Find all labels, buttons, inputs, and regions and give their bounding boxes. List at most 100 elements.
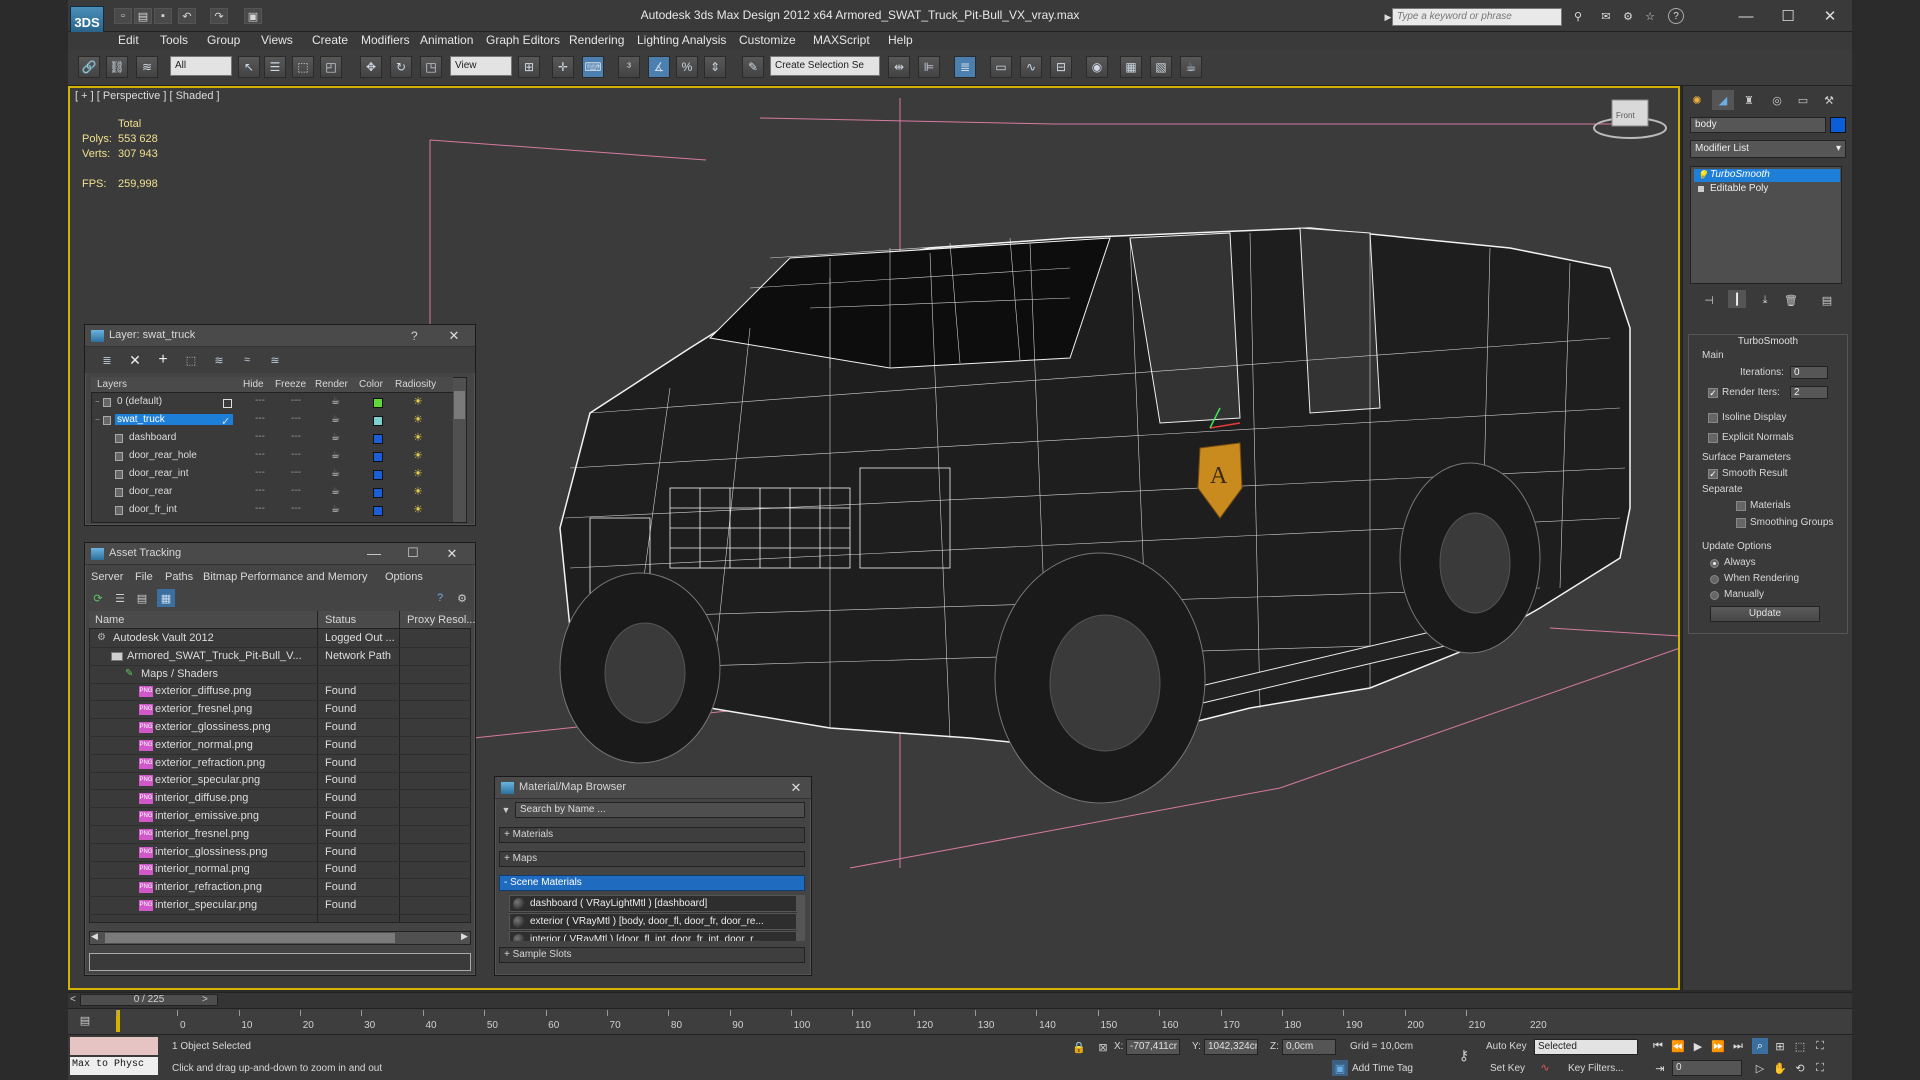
- layer-expand-icon[interactable]: −: [95, 415, 100, 424]
- absolute-mode-icon[interactable]: ⊠: [1096, 1040, 1110, 1054]
- menu-tools[interactable]: Tools: [160, 33, 188, 47]
- minimize-button[interactable]: —: [1726, 4, 1766, 28]
- hide-toggle[interactable]: ---: [255, 485, 265, 496]
- scroll-right-icon[interactable]: ▶: [461, 931, 468, 942]
- asset-row[interactable]: PNG exterior_normal.png Found: [89, 737, 471, 755]
- hide-toggle[interactable]: ---: [255, 395, 265, 406]
- iterations-spinner[interactable]: 0: [1790, 366, 1828, 379]
- mini-curve-editor-icon[interactable]: ▤: [76, 1012, 94, 1028]
- radiosity-icon[interactable]: ☀: [413, 467, 423, 480]
- material-browser-close-button[interactable]: ✕: [787, 779, 805, 797]
- add-time-tag-icon[interactable]: ▣: [1332, 1060, 1348, 1076]
- render-teapot-icon[interactable]: ☕: [331, 486, 340, 497]
- layer-color-swatch[interactable]: [373, 470, 383, 480]
- col-header-freeze[interactable]: Freeze: [275, 379, 306, 390]
- col-header-status[interactable]: Status: [325, 614, 356, 626]
- stack-item-turbosmooth[interactable]: 💡 TurboSmooth: [1694, 169, 1840, 182]
- layer-window-close-button[interactable]: ✕: [445, 327, 463, 345]
- render-teapot-icon[interactable]: ☕: [331, 396, 340, 407]
- key-icon[interactable]: ⚷: [1452, 1046, 1476, 1064]
- remove-modifier-icon[interactable]: 🗑: [1782, 292, 1800, 308]
- add-time-tag-button[interactable]: Add Time Tag: [1352, 1063, 1413, 1074]
- new-file-icon[interactable]: ▫: [114, 8, 132, 24]
- freeze-toggle[interactable]: ---: [291, 413, 301, 424]
- modifier-list-dropdown[interactable]: Modifier List ▾: [1690, 140, 1846, 158]
- align-icon[interactable]: ⊫: [918, 56, 940, 78]
- key-filters-button[interactable]: Key Filters...: [1568, 1063, 1624, 1074]
- render-teapot-icon[interactable]: ☕: [331, 432, 340, 443]
- auto-key-button[interactable]: Auto Key: [1486, 1041, 1527, 1052]
- layer-row[interactable]: door_rear_int --- --- ☕ ☀: [91, 466, 453, 484]
- favorites-star-icon[interactable]: ☆: [1642, 8, 1658, 24]
- asset-menu-bitmap-performance[interactable]: Bitmap Performance and Memory: [203, 571, 367, 583]
- asset-row[interactable]: PNG interior_glossiness.png Found: [89, 844, 471, 862]
- scroll-left-icon[interactable]: ◀: [91, 931, 98, 942]
- menu-lighting-analysis[interactable]: Lighting Analysis: [637, 33, 726, 47]
- asset-row[interactable]: PNG interior_fresnel.png Found: [89, 826, 471, 844]
- infocenter-search-input[interactable]: Type a keyword or phrase: [1392, 8, 1562, 26]
- project-folder-icon[interactable]: ▣: [244, 8, 262, 24]
- schematic-view-icon[interactable]: ⊟: [1050, 56, 1072, 78]
- group-sample-slots[interactable]: + Sample Slots: [499, 947, 805, 963]
- curve-editor-icon[interactable]: ∿: [1020, 56, 1042, 78]
- time-slider-track[interactable]: [68, 992, 1852, 1008]
- select-object-icon[interactable]: ↖: [238, 56, 260, 78]
- freeze-toggle[interactable]: ---: [291, 485, 301, 496]
- grid-view-icon[interactable]: ▦: [157, 589, 175, 607]
- asset-menu-file[interactable]: File: [135, 571, 153, 583]
- help-button[interactable]: ?: [411, 329, 418, 343]
- create-layer-icon[interactable]: ≣: [99, 352, 115, 368]
- layer-color-swatch[interactable]: [373, 434, 383, 444]
- maximize-viewport-icon[interactable]: ⛶: [1812, 1060, 1828, 1076]
- play-icon[interactable]: ▶: [1690, 1038, 1706, 1054]
- field-of-view-icon[interactable]: ▷: [1752, 1060, 1768, 1076]
- percent-snap-icon[interactable]: %: [676, 56, 698, 78]
- pivot-center-icon[interactable]: ⊞: [518, 56, 540, 78]
- stack-item-editable-poly[interactable]: Editable Poly: [1694, 183, 1840, 196]
- scene-material-item[interactable]: dashboard ( VRayLightMtl ) [dashboard]: [509, 895, 797, 912]
- radiosity-icon[interactable]: ☀: [413, 413, 423, 426]
- display-tab-icon[interactable]: ▭: [1792, 90, 1814, 110]
- select-and-rotate-icon[interactable]: ↻: [390, 56, 412, 78]
- spinner-snap-icon[interactable]: ⇕: [704, 56, 726, 78]
- viewport-label[interactable]: [ + ] [ Perspective ] [ Shaded ]: [75, 90, 220, 102]
- layer-row[interactable]: door_rear_hole --- --- ☕ ☀: [91, 448, 453, 466]
- edit-named-selection-icon[interactable]: ✎: [742, 56, 764, 78]
- material-browser-title[interactable]: Material/Map Browser: [495, 777, 811, 799]
- reference-coordinate-dropdown[interactable]: View: [450, 56, 512, 76]
- key-mode-toggle-icon[interactable]: ⇥: [1652, 1060, 1668, 1076]
- undo-icon[interactable]: ↶: [178, 8, 196, 24]
- selection-filter-dropdown[interactable]: All: [170, 56, 232, 76]
- group-materials[interactable]: + Materials: [499, 827, 805, 843]
- layer-color-swatch[interactable]: [373, 416, 383, 426]
- asset-row[interactable]: PNG interior_diffuse.png Found: [89, 790, 471, 809]
- select-manipulate-icon[interactable]: ✛: [552, 56, 574, 78]
- col-header-hide[interactable]: Hide: [243, 379, 264, 390]
- menu-modifiers[interactable]: Modifiers: [361, 33, 410, 47]
- configure-modifier-sets-icon[interactable]: ▤: [1818, 292, 1836, 308]
- radiosity-icon[interactable]: ☀: [413, 395, 423, 408]
- active-layer-check-icon[interactable]: ✓: [221, 415, 230, 428]
- object-name-input[interactable]: body: [1690, 117, 1826, 133]
- scene-material-item[interactable]: exterior ( VRayMtl ) [body, door_fl, doo…: [509, 913, 797, 930]
- bind-space-warp-icon[interactable]: ≋: [136, 56, 158, 78]
- search-expand-icon[interactable]: ▶: [1384, 10, 1392, 24]
- asset-row[interactable]: PNG exterior_specular.png Found: [89, 772, 471, 791]
- table-view-icon[interactable]: ▤: [135, 591, 149, 605]
- rectangular-selection-icon[interactable]: ⬚: [292, 56, 314, 78]
- hide-toggle[interactable]: ---: [255, 503, 265, 514]
- menu-group[interactable]: Group: [207, 33, 240, 47]
- hide-toggle[interactable]: ---: [255, 431, 265, 442]
- zoom-icon[interactable]: ⌕: [1752, 1038, 1768, 1054]
- asset-row[interactable]: PNG exterior_fresnel.png Found: [89, 701, 471, 720]
- asset-row[interactable]: PNG interior_specular.png Found: [89, 897, 471, 915]
- asset-row[interactable]: Armored_SWAT_Truck_Pit-Bull_V... Network …: [89, 648, 471, 666]
- add-to-layer-icon[interactable]: +: [155, 351, 171, 368]
- radiosity-icon[interactable]: ☀: [413, 449, 423, 462]
- freeze-toggle[interactable]: ---: [291, 449, 301, 460]
- graphite-ribbon-icon[interactable]: ▭: [990, 56, 1012, 78]
- make-unique-icon[interactable]: ⤓: [1756, 292, 1774, 308]
- x-coord-field[interactable]: -707,411cr: [1126, 1039, 1180, 1055]
- menu-graph-editors[interactable]: Graph Editors: [486, 33, 560, 47]
- render-teapot-icon[interactable]: ☕: [331, 414, 340, 425]
